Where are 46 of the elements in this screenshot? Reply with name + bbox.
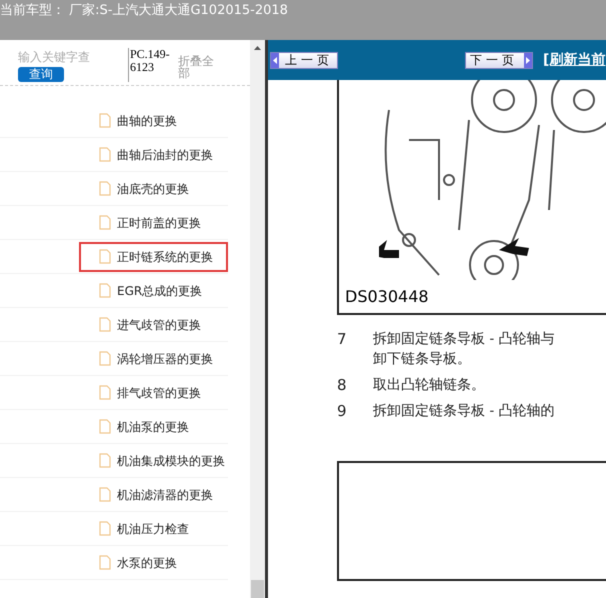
tree-item[interactable]: 曲轴后油封的更换 [79,140,228,170]
document-icon [99,317,111,332]
search-button[interactable]: 查询 [18,67,64,82]
step-text: 取出凸轮轴链条。 [373,376,485,395]
document-icon [99,249,111,264]
tree-item[interactable]: 机油压力检查 [79,514,228,544]
document-icon [99,181,111,196]
tree-item[interactable]: 排气歧管的更换 [79,378,228,408]
next-page-button[interactable]: 下一页 [465,52,533,68]
tree-item[interactable]: 曲轴的更换 [79,106,228,136]
previous-page-button[interactable]: 上一页 [270,52,338,68]
vehicle-model-title: 当前车型： 厂家:S-上汽大通大通G102015-2018 [0,2,288,20]
tree-item[interactable]: 涡轮增压器的更换 [79,344,228,374]
document-icon [99,419,111,434]
step-number: 7 [337,329,348,350]
tree-item[interactable]: EGR总成的更换 [79,276,228,306]
tree-item[interactable]: 机油集成模块的更换 [79,446,228,476]
document-icon [99,487,111,502]
step-number: 8 [337,375,348,395]
step-text: 拆卸固定链条导板 - 凸轮轴与 [373,330,555,349]
tree-item[interactable]: 正时前盖的更换 [79,208,228,238]
refresh-page-link[interactable]: [刷新当前 [543,50,606,70]
tree-item[interactable]: 进气歧管的更换 [79,310,228,340]
document-icon [99,215,111,230]
tree-item[interactable]: 机油滤清器的更换 [79,480,228,510]
step-text: 卸下链条导板。 [373,350,472,369]
step-text: 拆卸固定链条导板 - 凸轮轴的 [373,402,555,421]
figure-label: DS030448 [345,286,429,308]
tree-item[interactable]: 油底壳的更换 [79,174,228,204]
document-icon [99,351,111,366]
sidebar-scrollbar[interactable] [250,40,265,598]
document-icon [99,453,111,468]
tree-item[interactable]: 机油泵的更换 [79,412,228,442]
keyword-search-field[interactable]: 输入关键字查 [18,48,108,66]
scroll-up-arrow-icon[interactable] [254,46,261,50]
document-icon [99,147,111,162]
document-icon [99,385,111,400]
document-icon [99,555,111,570]
tree-item[interactable]: 正时链系统的更换 [79,242,228,272]
document-icon [99,113,111,128]
document-icon [99,283,111,298]
part-code: PC.149-6123 [128,48,178,82]
step-number: 9 [337,401,348,421]
document-icon [99,521,111,536]
scroll-thumb[interactable] [251,580,264,598]
tree-item[interactable]: 水泵的更换 [79,548,228,578]
